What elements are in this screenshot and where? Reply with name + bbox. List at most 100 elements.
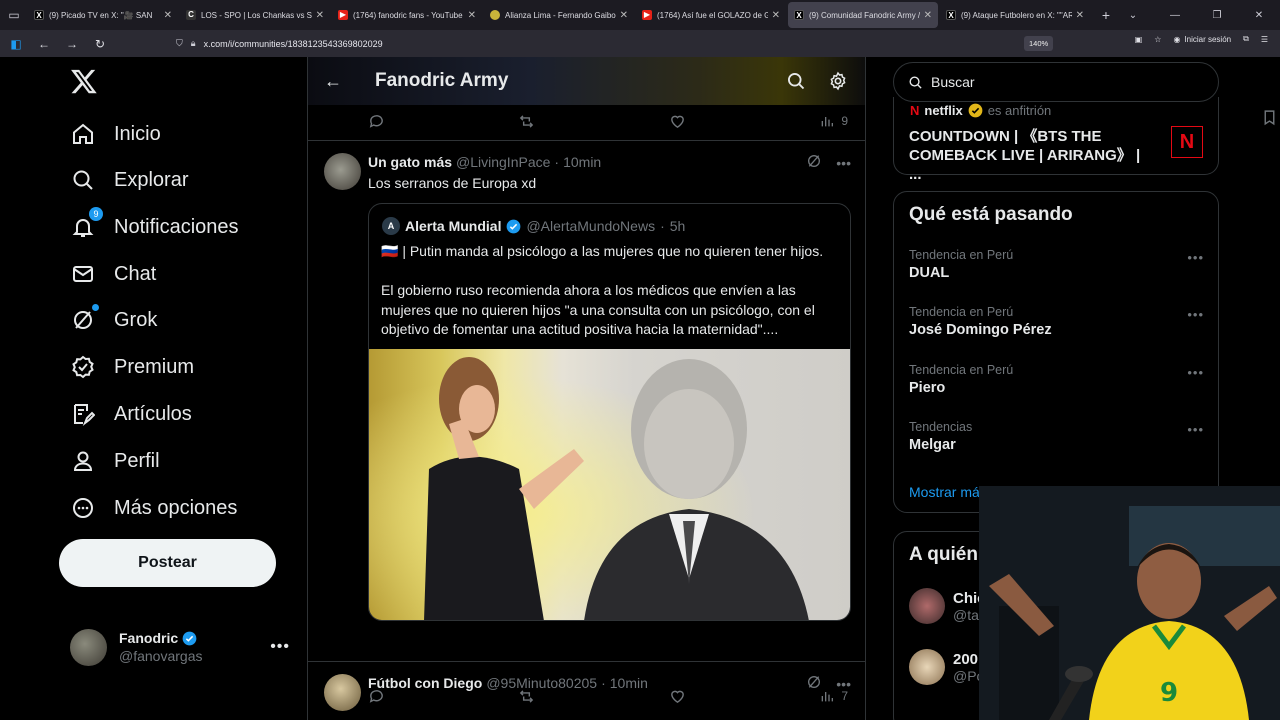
nav-item-home[interactable]: Inicio — [70, 114, 161, 154]
minimize-icon[interactable]: — — [1154, 10, 1196, 21]
nav-item-notifications[interactable]: 9 Notificaciones — [70, 207, 239, 247]
tweet-header: Un gato más @LivingInPace · 10min — [368, 154, 601, 170]
svg-text:9: 9 — [1160, 678, 1178, 708]
zoom-level[interactable]: 140% — [1024, 36, 1054, 51]
netflix-mark-icon: N — [910, 103, 920, 118]
quote-text: 🇷🇺 | Putin manda al psicólogo a las muje… — [381, 243, 824, 337]
close-tab-icon[interactable]: ✕ — [1076, 10, 1084, 21]
avatar[interactable] — [324, 153, 361, 190]
menu-icon[interactable]: ☰ — [1261, 35, 1268, 44]
alerta-logo-icon: A — [382, 217, 400, 235]
notification-badge: 9 — [89, 207, 103, 221]
tab-overflow-icon[interactable]: ⌄ — [1112, 10, 1154, 21]
close-window-icon[interactable]: ✕ — [1238, 10, 1280, 21]
sign-in-button[interactable]: ◉ Iniciar sesión — [1173, 35, 1231, 44]
browser-tab[interactable]: ▶ (1764) Así fue el GOLAZO de G ✕ — [636, 2, 786, 28]
bookmark-icon[interactable] — [1261, 109, 1278, 129]
nav-item-premium[interactable]: Premium — [70, 347, 194, 387]
retweet-icon[interactable] — [518, 113, 535, 130]
nav-item-profile[interactable]: Perfil — [70, 441, 160, 481]
trend-item[interactable]: Tendencia en Perú Piero ••• — [909, 363, 1204, 396]
tab-list-icon[interactable]: ▭ — [0, 0, 28, 30]
browser-tab-active[interactable]: X (9) Comunidad Fanodric Army / ✕ — [788, 2, 938, 28]
browser-tab[interactable]: X (9) Picado TV en X: "🎥 SAN ✕ — [28, 2, 178, 28]
news-photo — [369, 349, 850, 620]
follow-suggestion[interactable]: 200 @Po — [909, 649, 984, 685]
x-favicon-icon: X — [794, 10, 804, 20]
post-button[interactable]: Postear — [59, 539, 276, 587]
close-tab-icon[interactable]: ✕ — [620, 10, 628, 21]
restore-icon[interactable]: ❐ — [1196, 10, 1238, 21]
more-dots-icon[interactable]: ••• — [836, 155, 851, 171]
more-dots-icon[interactable]: ••• — [1187, 365, 1204, 380]
nav-item-grok[interactable]: Grok — [70, 300, 157, 340]
more-dots-icon[interactable]: ••• — [1187, 422, 1204, 437]
like-icon[interactable] — [669, 113, 686, 130]
follow-suggestion[interactable]: Chic @ta — [909, 588, 986, 624]
trends-title: Qué está pasando — [909, 204, 1073, 225]
browser-tab[interactable]: X (9) Ataque Futbolero en X: ""AR ✕ — [940, 2, 1090, 28]
page-title: Fanodric Army — [375, 70, 509, 91]
grok-icon[interactable] — [806, 674, 822, 693]
close-tab-icon[interactable]: ✕ — [316, 10, 324, 21]
sidebar-toggle-icon[interactable]: ◧ — [4, 32, 28, 56]
account-switcher[interactable]: Fanodric @fanovargas ••• — [70, 627, 290, 667]
author-handle[interactable]: @95Minuto80205 — [486, 675, 597, 691]
grok-icon[interactable] — [806, 153, 822, 172]
promo-card[interactable]: N netflix es anfitrión COUNTDOWN | 《BTS … — [893, 97, 1219, 183]
browser-tab[interactable]: C LOS - SPO | Los Chankas vs Spo ✕ — [180, 2, 330, 28]
views-button[interactable]: 9 — [819, 113, 848, 129]
author-name[interactable]: Fútbol con Diego — [368, 675, 482, 691]
separator-dot: · — [660, 218, 665, 234]
trend-item[interactable]: Tendencia en Perú José Domingo Pérez ••• — [909, 305, 1204, 338]
avatar[interactable] — [324, 674, 361, 711]
bookmark-star-icon[interactable]: ☆ — [1154, 35, 1161, 44]
quote-header: A Alerta Mundial @AlertaMundoNews · 5h — [382, 217, 685, 235]
quote-image[interactable] — [369, 349, 850, 620]
avatar — [909, 588, 945, 624]
close-tab-icon[interactable]: ✕ — [772, 10, 780, 21]
trend-item[interactable]: Tendencias Melgar ••• — [909, 420, 1204, 453]
quoted-tweet[interactable]: A Alerta Mundial @AlertaMundoNews · 5h 🇷… — [368, 203, 851, 621]
trends-panel: Qué está pasando Tendencia en Perú DUAL … — [893, 191, 1219, 513]
promo-title: COUNTDOWN | 《BTS THE COMEBACK LIVE | ARI… — [909, 128, 1141, 183]
tweet-time[interactable]: 10min — [563, 154, 601, 170]
address-bar[interactable]: ⛉ 🔒︎ x.com/i/communities/183812354336980… — [176, 33, 1076, 54]
back-icon[interactable]: ← — [32, 32, 56, 56]
gear-icon[interactable] — [823, 66, 853, 96]
author-handle[interactable]: @LivingInPace — [456, 154, 550, 170]
author-name[interactable]: Un gato más — [368, 154, 452, 170]
close-tab-icon[interactable]: ✕ — [468, 10, 476, 21]
close-tab-icon[interactable]: ✕ — [924, 10, 932, 21]
trend-item[interactable]: Tendencia en Perú DUAL ••• — [909, 248, 1204, 281]
nav-item-articles[interactable]: Artículos — [70, 394, 192, 434]
more-dots-icon[interactable]: ••• — [836, 676, 851, 692]
alianza-favicon-icon — [490, 10, 500, 20]
reader-view-icon[interactable]: ▣ — [1135, 35, 1143, 44]
more-dots-icon[interactable]: ••• — [1187, 307, 1204, 322]
search-input[interactable]: Buscar — [893, 62, 1219, 102]
gold-verified-icon — [968, 103, 983, 118]
back-arrow-icon[interactable]: ← — [308, 71, 358, 92]
search-icon[interactable] — [781, 66, 811, 96]
reload-icon[interactable]: ↻ — [88, 32, 112, 56]
more-dots-icon[interactable]: ••• — [1187, 250, 1204, 265]
nav-item-more[interactable]: Más opciones — [70, 488, 237, 528]
close-tab-icon[interactable]: ✕ — [164, 10, 172, 21]
avatar — [70, 628, 107, 666]
more-dots-icon[interactable]: ••• — [270, 638, 290, 656]
like-icon[interactable] — [669, 688, 686, 705]
show-more-link[interactable]: Mostrar más — [909, 484, 987, 500]
nav-item-chat[interactable]: Chat — [70, 254, 156, 294]
nav-item-explore[interactable]: Explorar — [70, 160, 188, 200]
tweet-time[interactable]: 10min — [610, 675, 648, 691]
browser-tab[interactable]: Alianza Lima - Fernando Gaibor ✕ — [484, 2, 634, 28]
tweet-text: Los serranos de Europa xd — [368, 175, 537, 191]
extensions-icon[interactable]: ⧉ — [1243, 34, 1249, 44]
x-favicon-icon: X — [34, 10, 44, 20]
reply-icon[interactable] — [368, 113, 385, 130]
browser-tab[interactable]: ▶ (1764) fanodric fans - YouTube ✕ — [332, 2, 482, 28]
x-logo-icon[interactable] — [70, 67, 100, 97]
forward-icon[interactable]: → — [60, 32, 84, 56]
youtube-favicon-icon: ▶ — [642, 10, 652, 20]
